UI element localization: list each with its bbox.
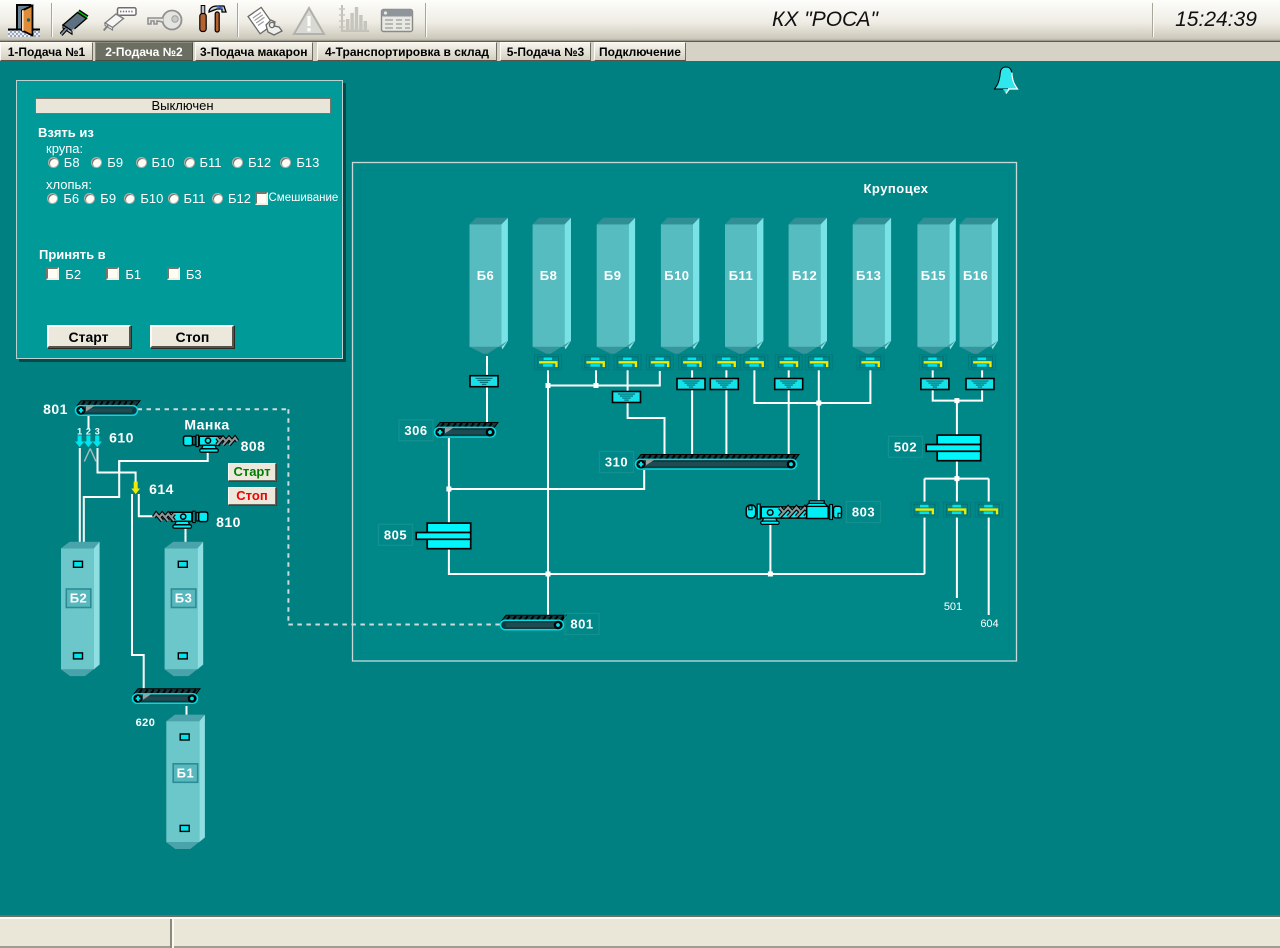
svg-text:306: 306 — [404, 423, 427, 438]
svg-text:Б13: Б13 — [856, 268, 881, 283]
svg-text:Б16: Б16 — [963, 268, 988, 283]
svg-text:803: 803 — [852, 505, 875, 520]
svg-text:501: 501 — [944, 601, 962, 613]
svg-text:Манка: Манка — [184, 417, 229, 433]
svg-text:Б15: Б15 — [921, 268, 946, 283]
svg-text:620: 620 — [136, 717, 156, 729]
svg-text:Б12: Б12 — [792, 268, 817, 283]
svg-text:808: 808 — [241, 438, 266, 454]
svg-text:Б10: Б10 — [664, 268, 689, 283]
svg-text:3: 3 — [95, 427, 100, 437]
svg-text:801: 801 — [570, 617, 593, 632]
svg-text:801: 801 — [43, 401, 68, 417]
svg-text:1: 1 — [77, 427, 82, 437]
svg-text:610: 610 — [109, 430, 134, 446]
svg-text:Б2: Б2 — [70, 591, 88, 606]
svg-text:310: 310 — [605, 455, 628, 470]
svg-text:604: 604 — [980, 618, 998, 630]
svg-text:Б11: Б11 — [729, 268, 754, 283]
svg-text:810: 810 — [216, 514, 241, 530]
svg-text:805: 805 — [384, 527, 407, 542]
svg-text:Б6: Б6 — [477, 268, 495, 283]
svg-text:Б9: Б9 — [604, 268, 622, 283]
svg-text:614: 614 — [149, 481, 174, 497]
svg-text:2: 2 — [86, 427, 91, 437]
svg-text:Б3: Б3 — [175, 591, 193, 606]
svg-text:502: 502 — [894, 439, 917, 454]
svg-text:Б8: Б8 — [540, 268, 558, 283]
svg-text:Б1: Б1 — [177, 765, 195, 780]
svg-text:Крупоцех: Крупоцех — [863, 181, 928, 196]
